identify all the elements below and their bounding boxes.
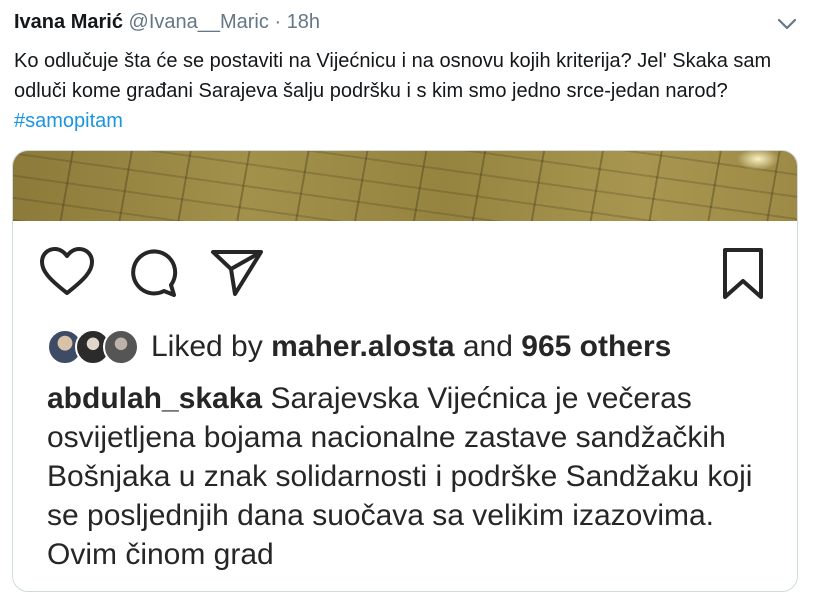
post-photo	[13, 151, 797, 221]
author-name[interactable]: Ivana Marić	[14, 11, 123, 33]
author-handle[interactable]: @Ivana__Maric	[129, 11, 269, 33]
tweet-body: Ko odlučuje šta će se postaviti na Vijeć…	[14, 50, 772, 102]
embedded-instagram-screenshot[interactable]: Liked by maher.alosta and 965 others abd…	[12, 150, 798, 592]
tweet-header: Ivana Marić @Ivana__Maric · 18h	[14, 8, 320, 36]
hashtag-link[interactable]: #samopitam	[14, 110, 123, 132]
comment-icon[interactable]	[127, 247, 179, 304]
bookmark-icon[interactable]	[721, 247, 765, 306]
likes-prefix: Liked by	[151, 330, 263, 363]
post-caption: abdulah_skaka Sarajevska Vijećnica je ve…	[47, 379, 787, 589]
likes-others-count[interactable]: 965 others	[521, 330, 671, 363]
separator-dot: ·	[274, 11, 282, 33]
share-icon[interactable]	[209, 247, 265, 304]
likes-conjunction: and	[462, 330, 513, 363]
liker-username[interactable]: maher.alosta	[271, 330, 454, 363]
likes-text: Liked by maher.alosta and 965 others	[151, 327, 671, 367]
tweet-text: Ko odlučuje šta će se postaviti na Vijeć…	[14, 46, 804, 136]
caption-username[interactable]: abdulah_skaka	[47, 382, 262, 415]
heart-icon[interactable]	[39, 247, 95, 304]
avatar[interactable]	[103, 329, 139, 365]
chevron-down-icon[interactable]	[773, 12, 801, 36]
tweet-timestamp[interactable]: 18h	[287, 11, 320, 33]
